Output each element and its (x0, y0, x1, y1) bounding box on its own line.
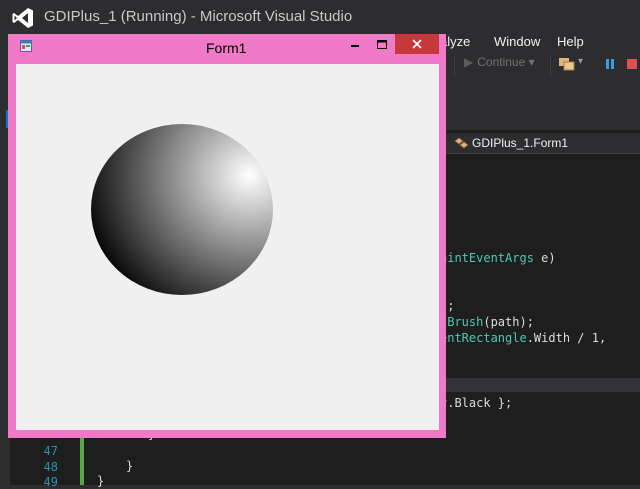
menu-help[interactable]: Help (557, 34, 584, 49)
code-editor-bottom[interactable] (10, 436, 640, 485)
continue-button[interactable]: ▶ Continue ▾ (464, 55, 535, 73)
line-number: 48 (43, 460, 58, 474)
line-number: 47 (43, 444, 58, 458)
vs-titlebar: GDIPlus_1 (Running) - Microsoft Visual S… (0, 0, 640, 36)
code-editor[interactable] (440, 130, 640, 485)
toolbar-separator (550, 56, 551, 76)
process-icon[interactable] (558, 56, 576, 72)
code-line: r.Black }; (440, 396, 513, 410)
class-icon (454, 137, 469, 149)
gradient-sphere (91, 124, 273, 295)
continue-label: Continue (477, 55, 526, 69)
minimize-button[interactable] (343, 36, 367, 54)
class-selector[interactable]: GDIPlus_1.Form1 (472, 136, 568, 150)
chevron-down-icon[interactable]: ▾ (529, 55, 535, 69)
vs-menubar: alyze Window Help (440, 32, 640, 50)
toolbar-separator (454, 56, 455, 76)
vs-window-title: GDIPlus_1 (Running) - Microsoft Visual S… (44, 8, 353, 25)
change-tracking-bar (80, 436, 84, 485)
close-icon (412, 39, 422, 49)
code-line: } (126, 459, 134, 473)
code-line: tBrush(path); (440, 315, 534, 329)
form-title: Form1 (206, 40, 247, 56)
code-line: } (97, 474, 105, 488)
close-button[interactable] (395, 34, 439, 54)
stop-icon[interactable] (626, 58, 638, 70)
pause-icon[interactable] (605, 58, 615, 70)
play-icon: ▶ (464, 55, 474, 69)
chevron-down-icon[interactable]: ▾ (578, 56, 583, 67)
menu-window[interactable]: Window (494, 34, 540, 49)
editor-tab-strip (440, 80, 640, 130)
maximize-button[interactable] (370, 36, 394, 54)
minimize-icon (351, 45, 359, 47)
maximize-icon (377, 40, 387, 49)
code-line: aintEventArgs e) (440, 251, 556, 265)
form-app-icon (20, 40, 32, 52)
visual-studio-logo-icon (12, 8, 33, 28)
editor-splitter[interactable] (440, 378, 640, 392)
line-number: 49 (43, 475, 58, 489)
code-line: entRectangle.Width / 1, (440, 331, 607, 345)
